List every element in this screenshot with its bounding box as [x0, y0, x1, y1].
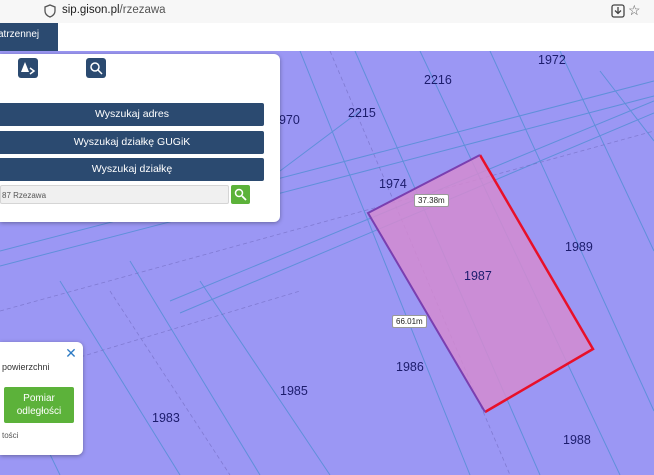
navigation-arrow-icon [21, 62, 36, 75]
navigation-tool-button[interactable] [18, 58, 38, 78]
search-address-button[interactable]: Wyszukaj adres [0, 103, 264, 126]
url-path: /rzezawa [119, 4, 166, 16]
app-header [0, 23, 654, 51]
measurement-left-edge: 66.01m [392, 315, 427, 328]
search-icon [234, 188, 247, 201]
app-tab[interactable]: atrzennej [0, 23, 58, 51]
map-search-tool-button[interactable] [86, 58, 106, 78]
download-icon[interactable] [610, 3, 626, 19]
parcel-label: 1987 [464, 269, 492, 283]
parcel-label: 2215 [348, 106, 376, 120]
measure-footer-text: tości [2, 431, 19, 440]
measure-distance-button[interactable]: Pomiar odległości [4, 387, 74, 423]
measurement-top-edge: 37.38m [414, 194, 449, 207]
parcel-label: 1983 [152, 411, 180, 425]
parcel-label: 1972 [538, 53, 566, 67]
parcel-label: 1989 [565, 240, 593, 254]
parcel-label: 1974 [379, 177, 407, 191]
parcel-label: 1986 [396, 360, 424, 374]
app-tab-label: atrzennej [0, 29, 40, 40]
url-host: sip.gison.pl [62, 4, 120, 16]
bookmark-star-icon[interactable]: ☆ [628, 2, 641, 19]
measure-distance-line1: Pomiar [23, 393, 55, 404]
search-input[interactable]: 87 Rzezawa [0, 185, 229, 204]
measure-area-label[interactable]: powierzchni [2, 362, 50, 372]
close-icon[interactable]: ✕ [64, 346, 78, 360]
map-search-icon [90, 62, 103, 75]
address-bar[interactable]: sip.gison.pl/rzezawa [62, 4, 166, 16]
parcel-label: 1988 [563, 433, 591, 447]
measure-distance-line2: odległości [16, 406, 62, 417]
search-submit-button[interactable] [231, 185, 250, 204]
parcel-label: 2216 [424, 73, 452, 87]
parcel-label: 1985 [280, 384, 308, 398]
search-parcel-button[interactable]: Wyszukaj działkę [0, 158, 264, 181]
browser-toolbar: sip.gison.pl/rzezawa ☆ [0, 0, 654, 24]
search-parcel-gugik-button[interactable]: Wyszukaj działkę GUGiK [0, 131, 264, 154]
shield-icon[interactable] [43, 4, 57, 18]
